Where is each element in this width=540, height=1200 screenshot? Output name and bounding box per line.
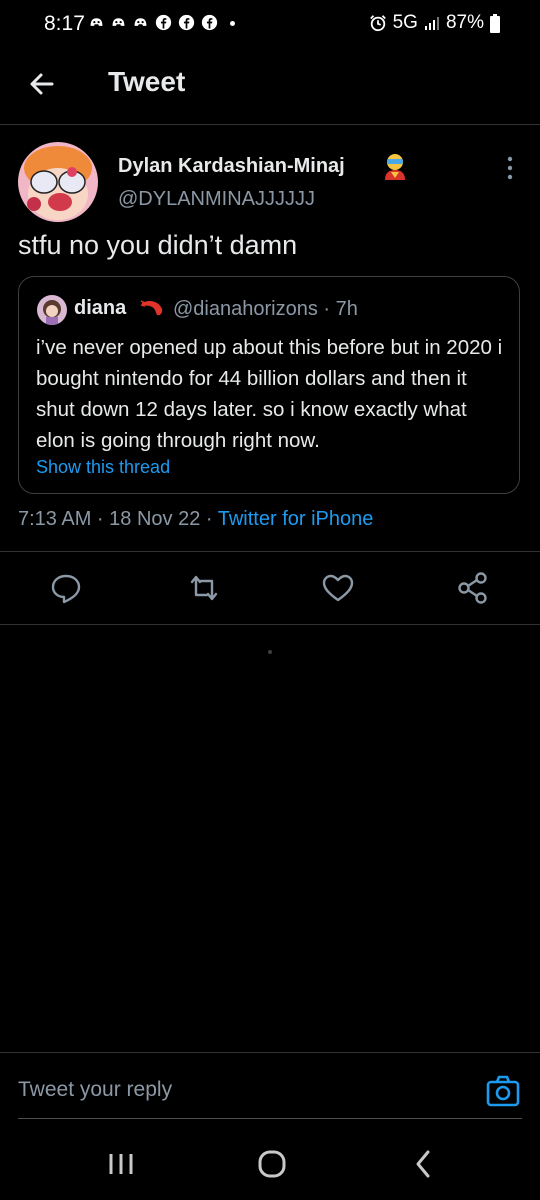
status-right: 5G 87% [369, 12, 500, 34]
network-label: 5G [392, 12, 418, 33]
author-handle: @DYLANMINAJJJJJJ [118, 188, 315, 210]
shrimp-emoji [140, 300, 163, 316]
battery-label: 87% [445, 12, 484, 33]
share-icon[interactable] [453, 568, 493, 608]
loading-dot [268, 650, 272, 654]
page-title: Tweet [108, 66, 186, 97]
back-icon[interactable] [402, 1144, 446, 1184]
recents-icon[interactable] [99, 1144, 143, 1184]
signal-icon [424, 17, 439, 30]
discord-icon [134, 18, 147, 26]
tweet-timestamp: 7:13 AM · 18 Nov 22 · [18, 508, 218, 530]
status-time: 8:17 [44, 12, 85, 35]
discord-icon [90, 18, 103, 26]
quoted-author-name: diana [74, 297, 127, 319]
avatar[interactable] [18, 142, 98, 222]
facebook-icon [155, 14, 172, 31]
heart-icon[interactable] [318, 568, 358, 608]
tweet-meta: 7:13 AM · 18 Nov 22 · Twitter for iPhone [18, 508, 373, 531]
header: Tweet [0, 50, 540, 125]
alarm-icon [369, 15, 386, 32]
more-vertical-icon[interactable] [500, 152, 520, 184]
divider [0, 551, 540, 552]
arrow-left-icon[interactable] [22, 64, 62, 104]
facebook-icon [178, 14, 195, 31]
facebook-icon [201, 14, 218, 31]
show-thread-link[interactable]: Show this thread [36, 457, 170, 478]
dot-icon [230, 21, 235, 26]
camera-icon[interactable] [484, 1072, 522, 1110]
reply-underline [18, 1118, 522, 1119]
superhero-emoji [385, 154, 405, 180]
reply-input[interactable]: Tweet your reply [18, 1078, 172, 1102]
battery-icon [490, 13, 500, 33]
author-name[interactable]: Dylan Kardashian-Minaj [118, 155, 345, 178]
quoted-avatar-image [37, 295, 67, 325]
quoted-tweet[interactable]: diana @dianahorizons · 7h i’ve never ope… [18, 276, 520, 494]
divider [0, 1052, 540, 1053]
avatar-image [18, 142, 98, 222]
tweet-source-link[interactable]: Twitter for iPhone [218, 508, 374, 530]
home-icon[interactable] [250, 1144, 294, 1184]
quoted-author-handle: @dianahorizons · 7h [173, 298, 358, 320]
divider [0, 624, 540, 625]
quoted-avatar[interactable] [37, 295, 67, 325]
quoted-tweet-text: i’ve never opened up about this before b… [36, 336, 503, 452]
comment-icon[interactable] [46, 568, 86, 608]
retweet-icon[interactable] [184, 568, 224, 608]
tweet-text: stfu no you didn’t damn [18, 230, 298, 260]
discord-icon [112, 18, 125, 26]
status-bar: 8:17 5G 87% [0, 0, 540, 50]
